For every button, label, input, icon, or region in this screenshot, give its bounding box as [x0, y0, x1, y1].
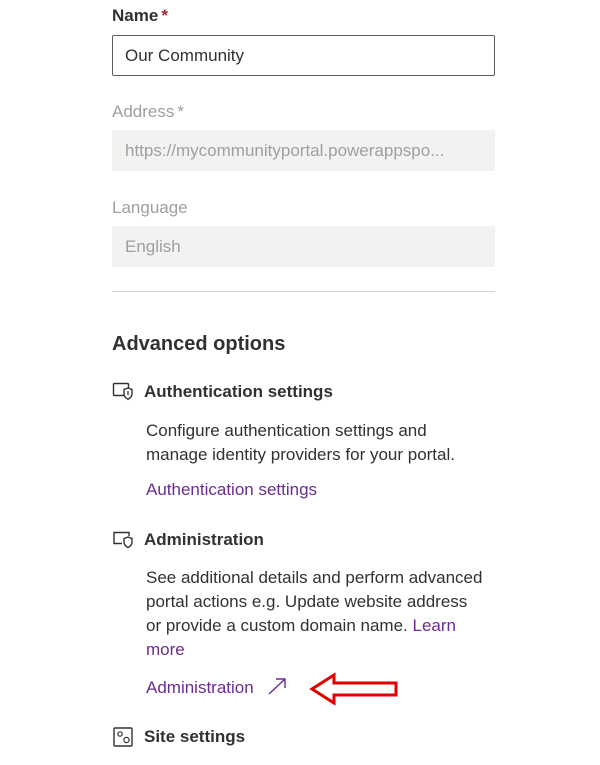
advanced-options-title: Advanced options — [112, 333, 286, 355]
administration-heading: Administration — [144, 530, 264, 549]
language-input: English — [112, 226, 495, 267]
section-divider — [112, 291, 495, 292]
address-input: https://mycommunityportal.powerappspo... — [112, 130, 495, 171]
required-indicator: * — [177, 102, 184, 121]
address-input-value: https://mycommunityportal.powerappspo... — [125, 140, 445, 160]
authentication-settings-header: Authentication settings — [112, 381, 333, 403]
administration-link[interactable]: Administration — [146, 678, 288, 697]
external-link-icon — [266, 676, 288, 701]
administration-link-row: Administration — [146, 676, 288, 701]
language-label: Language — [112, 198, 188, 217]
authentication-settings-link[interactable]: Authentication settings — [146, 480, 317, 499]
administration-shield-icon — [112, 529, 134, 551]
authentication-shield-icon — [112, 381, 134, 403]
required-indicator: * — [161, 6, 168, 25]
annotation-arrow — [309, 672, 398, 706]
name-input[interactable]: Our Community — [112, 35, 495, 76]
administration-description: See additional details and perform advan… — [146, 568, 483, 659]
name-label: Name * — [112, 6, 168, 25]
site-settings-icon — [112, 726, 134, 748]
administration-header: Administration — [112, 529, 264, 551]
name-input-value: Our Community — [125, 45, 245, 65]
authentication-settings-heading: Authentication settings — [144, 382, 333, 401]
language-input-value: English — [125, 236, 181, 256]
site-settings-heading: Site settings — [144, 727, 246, 746]
authentication-settings-description: Configure authentication settings and ma… — [146, 421, 455, 464]
address-label: Address * — [112, 102, 184, 121]
site-settings-header: Site settings — [112, 726, 245, 748]
